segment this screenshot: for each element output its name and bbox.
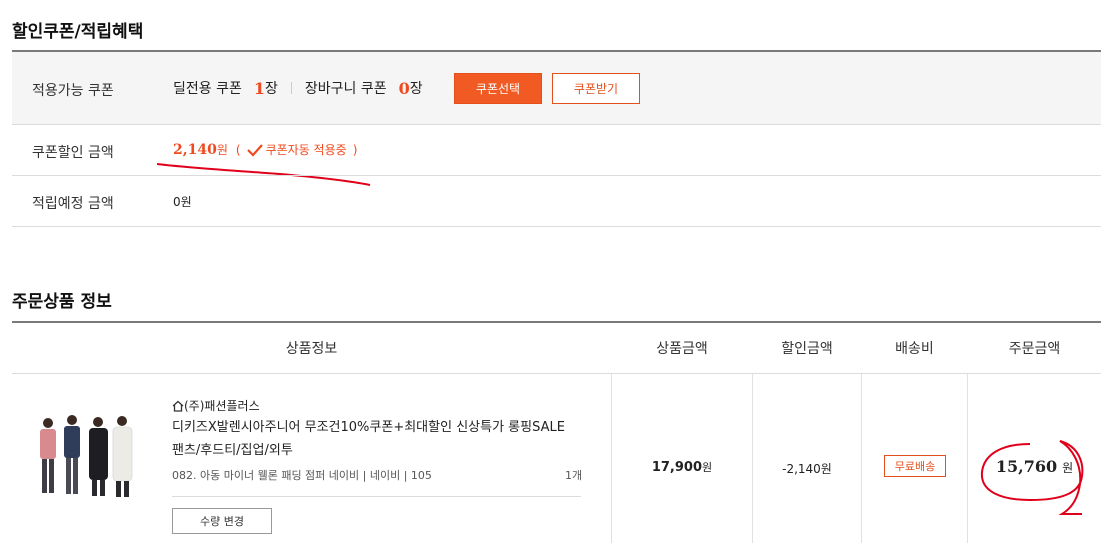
coupon-separator — [290, 82, 292, 94]
product-image[interactable] — [34, 408, 144, 514]
column-divider — [752, 374, 753, 543]
discount-amount-cell: -2,140원 — [782, 462, 832, 476]
annotation-underline — [156, 163, 371, 186]
product-price: 17,900 — [651, 460, 703, 475]
coupon-discount-label: 쿠폰할인 금액 — [32, 145, 114, 161]
product-option: 082. 아동 마이너 웰론 패딩 점퍼 네이비 | 네이비 | 105 — [172, 469, 432, 482]
coupon-section-title: 할인쿠폰/적립혜택 — [12, 22, 144, 42]
header-discount: 할인금액 — [781, 341, 833, 357]
seller-line[interactable]: (주)패션플러스 — [172, 397, 260, 414]
select-coupon-button[interactable]: 쿠폰선택 — [454, 73, 542, 104]
product-price-cell: 17,900 원 — [612, 459, 752, 475]
free-shipping-badge: 무료배송 — [884, 455, 946, 477]
column-divider — [861, 374, 862, 543]
product-quantity: 1개 — [565, 469, 583, 482]
header-product-price: 상품금액 — [656, 341, 708, 357]
header-product-info: 상품정보 — [285, 341, 338, 357]
deal-coupon-label: 딜전용 쿠폰 — [173, 81, 242, 97]
product-price-unit: 원 — [702, 461, 713, 474]
header-shipping: 배송비 — [895, 341, 934, 357]
home-icon — [172, 400, 184, 412]
coupon-counts: 딜전용 쿠폰 1 장 장바구니 쿠폰 0 장 — [173, 78, 423, 98]
header-order-amount: 주문금액 — [1008, 341, 1061, 357]
points-value: 0원 — [173, 195, 192, 209]
product-name-line1[interactable]: 디키즈X발렌시아주니어 무조건10%쿠폰+최대할인 신상특가 롱핑SALE — [172, 416, 565, 435]
receive-coupon-button[interactable]: 쿠폰받기 — [552, 73, 640, 104]
section-divider — [12, 321, 1101, 323]
seller-name: (주)패션플러스 — [184, 399, 260, 413]
row-divider — [12, 124, 1101, 125]
cart-coupon-unit: 장 — [409, 81, 423, 97]
change-quantity-button[interactable]: 수량 변경 — [172, 508, 272, 534]
order-section-title: 주문상품 정보 — [12, 292, 112, 312]
item-divider — [172, 496, 581, 497]
cart-coupon-count: 0 — [398, 78, 410, 98]
annotation-circle — [980, 440, 1084, 515]
applicable-coupon-label: 적용가능 쿠폰 — [32, 83, 114, 99]
header-divider — [12, 373, 1101, 374]
deal-coupon-unit: 장 — [265, 81, 278, 97]
deal-coupon-count: 1 — [253, 78, 265, 98]
product-name-line2[interactable]: 팬츠/후드티/집업/외투 — [172, 439, 293, 458]
row-divider — [12, 175, 1101, 176]
cart-coupon-label: 장바구니 쿠폰 — [304, 81, 387, 97]
points-label: 적립예정 금액 — [32, 196, 114, 212]
row-divider — [12, 226, 1101, 227]
